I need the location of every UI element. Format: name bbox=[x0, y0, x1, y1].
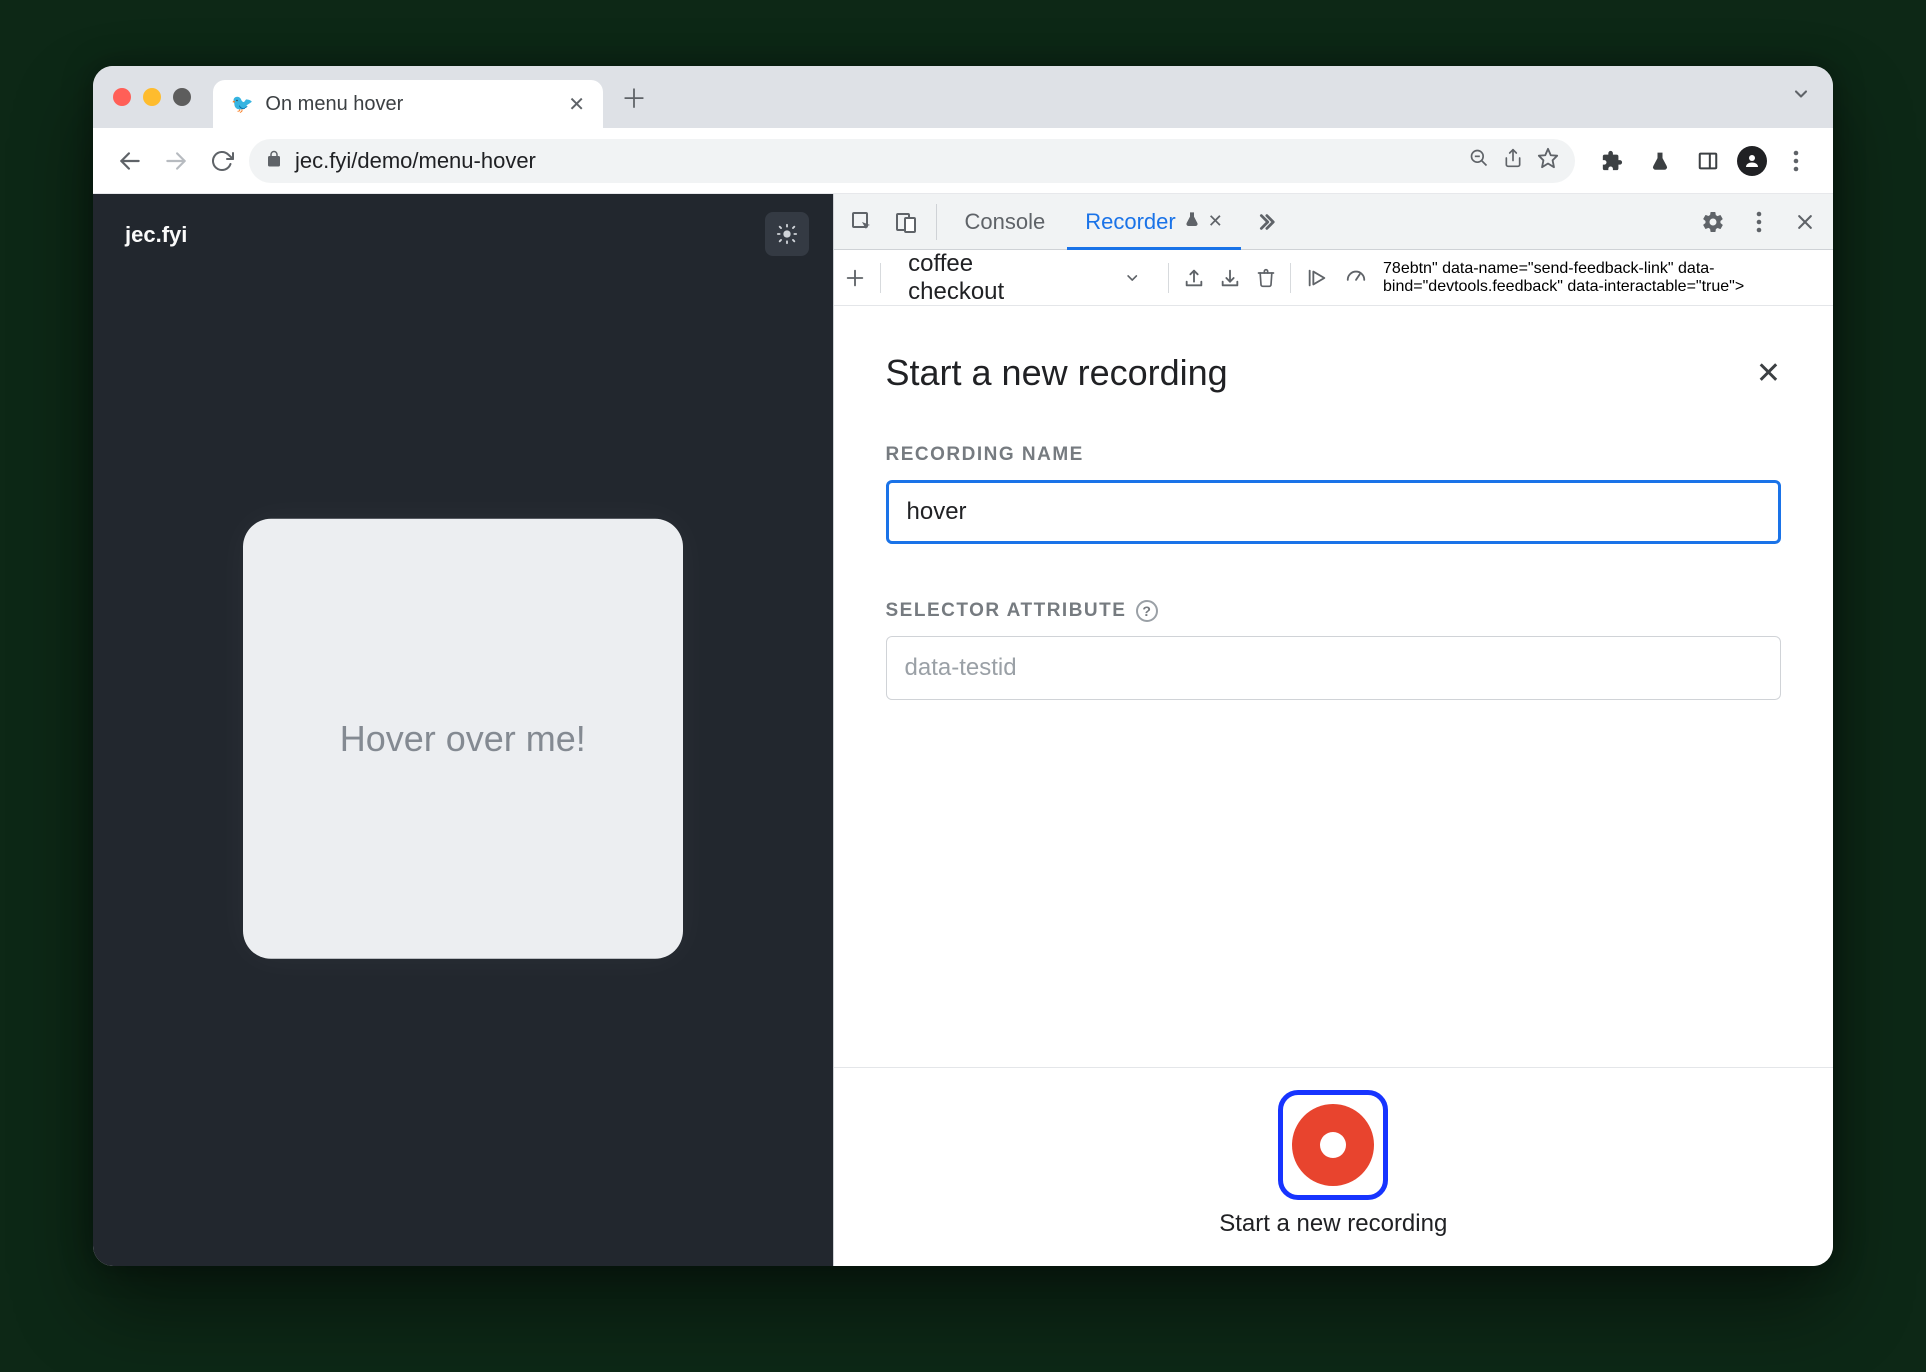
minimize-window-button[interactable] bbox=[143, 88, 161, 106]
omnibox[interactable]: jec.fyi/demo/menu-hover bbox=[249, 139, 1575, 183]
replay-icon[interactable] bbox=[1305, 261, 1329, 295]
recorder-toolbar: coffee checkout bbox=[834, 250, 1834, 306]
share-icon[interactable] bbox=[1503, 147, 1523, 175]
flask-icon bbox=[1184, 210, 1200, 233]
tab-recorder-label: Recorder bbox=[1085, 209, 1175, 235]
tab-console[interactable]: Console bbox=[947, 194, 1064, 249]
content-area: jec.fyi Hover over me! Console bbox=[93, 194, 1833, 1266]
recording-select-value: coffee checkout bbox=[908, 250, 1062, 306]
lock-icon bbox=[265, 148, 283, 174]
window-controls bbox=[113, 88, 191, 106]
hover-card-text: Hover over me! bbox=[340, 718, 586, 760]
profile-avatar[interactable] bbox=[1737, 146, 1767, 176]
import-icon[interactable] bbox=[1219, 261, 1241, 295]
hover-card[interactable]: Hover over me! bbox=[243, 519, 683, 959]
inspect-element-icon[interactable] bbox=[842, 202, 882, 242]
panel-title: Start a new recording bbox=[886, 352, 1228, 394]
tab-console-label: Console bbox=[965, 209, 1046, 235]
delete-icon[interactable] bbox=[1255, 261, 1277, 295]
start-recording-button[interactable] bbox=[1278, 1090, 1388, 1200]
reload-button[interactable] bbox=[203, 142, 241, 180]
close-devtools-button[interactable] bbox=[1785, 202, 1825, 242]
close-tab-button[interactable]: ✕ bbox=[1208, 211, 1223, 232]
browser-tab[interactable]: 🐦 On menu hover ✕ bbox=[213, 80, 603, 128]
address-bar: jec.fyi/demo/menu-hover bbox=[93, 128, 1833, 194]
new-tab-button[interactable]: ＋ bbox=[615, 78, 653, 116]
theme-toggle-button[interactable] bbox=[765, 212, 809, 256]
page-logo[interactable]: jec.fyi bbox=[93, 194, 833, 276]
tab-favicon-icon: 🐦 bbox=[231, 94, 253, 115]
more-tabs-button[interactable] bbox=[1245, 202, 1285, 242]
flask-icon[interactable] bbox=[1641, 142, 1679, 180]
device-toolbar-icon[interactable] bbox=[886, 202, 926, 242]
forward-button[interactable] bbox=[157, 142, 195, 180]
panel-icon[interactable] bbox=[1689, 142, 1727, 180]
devtools-menu-icon[interactable] bbox=[1739, 202, 1779, 242]
start-recording-label: Start a new recording bbox=[1219, 1210, 1447, 1238]
recorder-footer: Start a new recording bbox=[834, 1067, 1834, 1266]
recording-name-label: RECORDING NAME bbox=[886, 444, 1782, 466]
devtools-tabs: Console Recorder ✕ bbox=[834, 194, 1834, 250]
selector-attribute-label: SELECTOR ATTRIBUTE ? bbox=[886, 600, 1782, 622]
tabs-dropdown-button[interactable] bbox=[1791, 84, 1811, 110]
settings-icon[interactable] bbox=[1693, 202, 1733, 242]
close-window-button[interactable] bbox=[113, 88, 131, 106]
add-recording-button[interactable] bbox=[844, 261, 866, 295]
browser-menu-icon[interactable] bbox=[1777, 142, 1815, 180]
recorder-panel-body: Start a new recording ✕ RECORDING NAME S… bbox=[834, 306, 1834, 1067]
extensions-icon[interactable] bbox=[1593, 142, 1631, 180]
export-icon[interactable] bbox=[1183, 261, 1205, 295]
tab-recorder[interactable]: Recorder ✕ bbox=[1067, 194, 1241, 249]
close-panel-button[interactable]: ✕ bbox=[1756, 356, 1781, 391]
tab-title: On menu hover bbox=[265, 93, 403, 116]
url-text: jec.fyi/demo/menu-hover bbox=[295, 148, 536, 174]
chevron-down-icon bbox=[1124, 269, 1140, 287]
help-icon[interactable]: ? bbox=[1136, 600, 1158, 622]
record-icon bbox=[1292, 1104, 1374, 1186]
selector-attribute-input[interactable] bbox=[886, 636, 1782, 700]
tab-strip: 🐦 On menu hover ✕ ＋ bbox=[93, 66, 1833, 128]
browser-window: 🐦 On menu hover ✕ ＋ jec.fyi/demo/menu-ho… bbox=[93, 66, 1833, 1266]
recording-name-input[interactable] bbox=[886, 480, 1782, 544]
zoom-out-icon[interactable] bbox=[1469, 148, 1489, 174]
close-tab-button[interactable]: ✕ bbox=[568, 92, 585, 117]
page-viewport: jec.fyi Hover over me! bbox=[93, 194, 833, 1266]
maximize-window-button[interactable] bbox=[173, 88, 191, 106]
performance-icon[interactable] bbox=[1343, 261, 1369, 295]
back-button[interactable] bbox=[111, 142, 149, 180]
star-icon[interactable] bbox=[1537, 147, 1559, 175]
recording-select[interactable]: coffee checkout bbox=[894, 250, 1154, 306]
devtools-panel: Console Recorder ✕ bbox=[833, 194, 1834, 1266]
